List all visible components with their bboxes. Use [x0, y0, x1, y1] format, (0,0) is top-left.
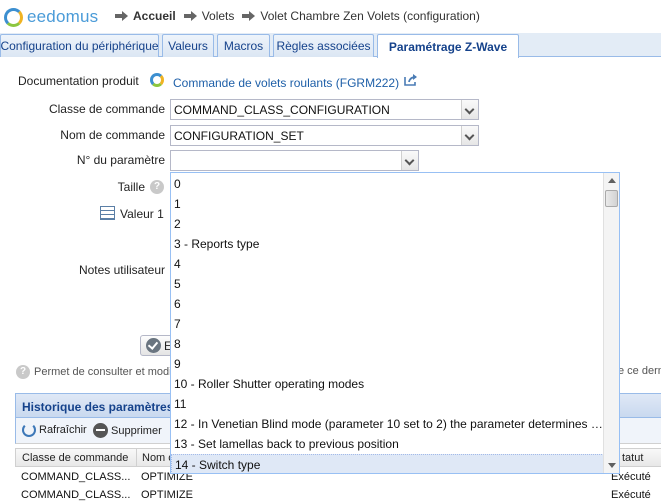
logo-text: eedomus — [27, 7, 99, 26]
chevron-down-icon[interactable] — [461, 126, 478, 145]
cell-class: COMMAND_CLASS... — [21, 489, 131, 501]
logo-icon — [4, 7, 23, 27]
tab-macros[interactable]: Macros — [217, 34, 270, 57]
dropdown-option[interactable]: 2 — [171, 214, 604, 234]
dropdown-option-highlighted[interactable]: 14 - Switch type — [171, 454, 604, 473]
top-header: eedomus Accueil Volets Volet Chambre Zen… — [0, 0, 661, 33]
dropdown-option[interactable]: 10 - Roller Shutter operating modes — [171, 374, 604, 394]
refresh-button[interactable]: Rafraîchir — [22, 423, 87, 437]
value1-label: Valeur 1 — [120, 207, 164, 221]
breadcrumb-home[interactable]: Accueil — [133, 9, 176, 23]
table-icon — [100, 206, 115, 220]
history-title: Historique des paramètres — [22, 400, 174, 414]
info-text-content: Permet de consulter et modi — [34, 365, 172, 378]
dropdown-option[interactable]: 9 — [171, 354, 604, 374]
dropdown-option[interactable]: 6 — [171, 294, 604, 314]
tab-device-configuration[interactable]: Configuration du périphérique — [0, 34, 159, 57]
command-class-value: COMMAND_CLASS_CONFIGURATION — [174, 103, 390, 117]
cell-status: Exécuté — [611, 489, 651, 501]
param-number-label: N° du paramètre — [76, 153, 165, 167]
scroll-down-icon[interactable] — [604, 458, 619, 473]
table-row[interactable]: COMMAND_CLASS... OPTIMIZE Exécuté — [15, 486, 661, 504]
dropdown-option[interactable]: 11 — [171, 394, 604, 414]
external-link-icon[interactable] — [404, 74, 418, 86]
breadcrumb-arrow-icon — [183, 11, 198, 21]
tab-bar: Configuration du périphérique Valeurs Ma… — [0, 33, 661, 58]
scrollbar-thumb[interactable] — [605, 190, 618, 207]
dropdown-option[interactable]: 7 — [171, 314, 604, 334]
command-name-value: CONFIGURATION_SET — [174, 129, 304, 143]
breadcrumb-arrow-icon — [242, 11, 256, 21]
dropdown-option[interactable]: 3 - Reports type — [171, 234, 604, 254]
eedomus-logo[interactable]: eedomus — [4, 6, 98, 28]
column-header-class[interactable]: Classe de commande — [22, 452, 128, 464]
check-icon — [146, 338, 161, 353]
dropdown-option[interactable]: 5 — [171, 274, 604, 294]
dropdown-option[interactable]: 0 — [171, 174, 604, 194]
refresh-label: Rafraîchir — [39, 424, 87, 436]
user-notes-label: Notes utilisateur — [78, 263, 165, 277]
breadcrumb: Accueil Volets Volet Chambre Zen Volets … — [113, 9, 480, 23]
dropdown-option[interactable]: 13 - Set lamellas back to previous posit… — [171, 434, 604, 454]
size-label: Taille — [117, 180, 145, 194]
column-separator — [136, 449, 137, 467]
command-name-select[interactable]: CONFIGURATION_SET — [170, 125, 479, 146]
doc-link[interactable]: Commande de volets roulants (FGRM222) — [173, 76, 399, 90]
param-number-select[interactable] — [170, 150, 419, 171]
breadcrumb-device: Volet Chambre Zen Volets (configuration) — [260, 9, 480, 23]
column-header-status[interactable]: tatut — [622, 452, 643, 464]
tab-associated-rules[interactable]: Règles associées — [273, 34, 374, 57]
dropdown-option[interactable]: 12 - In Venetian Blind mode (parameter 1… — [171, 414, 604, 434]
doc-label: Documentation produit — [18, 74, 139, 88]
delete-label: Supprimer — [111, 424, 162, 437]
info-text: ? Permet de consulter et modi — [16, 365, 172, 379]
dropdown-scrollbar[interactable] — [603, 173, 619, 473]
chevron-down-icon[interactable] — [461, 100, 478, 119]
param-number-dropdown-list: 0 1 2 3 - Reports type 4 5 6 7 8 9 10 - … — [170, 172, 620, 474]
delete-icon — [93, 423, 108, 438]
dropdown-option[interactable]: 1 — [171, 194, 604, 214]
refresh-icon — [22, 423, 36, 437]
column-header-name[interactable]: Nom c — [142, 452, 174, 464]
cell-name: OPTIMIZE — [141, 489, 193, 501]
delete-button[interactable]: Supprimer — [93, 423, 162, 438]
command-class-label: Classe de commande — [48, 102, 165, 116]
help-icon: ? — [16, 365, 30, 379]
info-text-tail: e ce dern — [618, 365, 661, 377]
eedomus-doc-icon — [150, 73, 164, 87]
command-class-select[interactable]: COMMAND_CLASS_CONFIGURATION — [170, 99, 479, 120]
cell-class: COMMAND_CLASS... — [21, 471, 131, 483]
breadcrumb-arrow-icon — [115, 11, 129, 21]
help-icon[interactable]: ? — [150, 180, 164, 194]
dropdown-option[interactable]: 4 — [171, 254, 604, 274]
chevron-down-icon[interactable] — [401, 151, 418, 170]
tab-zwave-settings[interactable]: Paramétrage Z-Wave — [377, 34, 519, 58]
breadcrumb-category[interactable]: Volets — [202, 9, 235, 23]
scroll-up-icon[interactable] — [604, 173, 619, 188]
command-name-label: Nom de commande — [60, 128, 165, 142]
tab-values[interactable]: Valeurs — [162, 34, 214, 57]
dropdown-option[interactable]: 8 — [171, 334, 604, 354]
